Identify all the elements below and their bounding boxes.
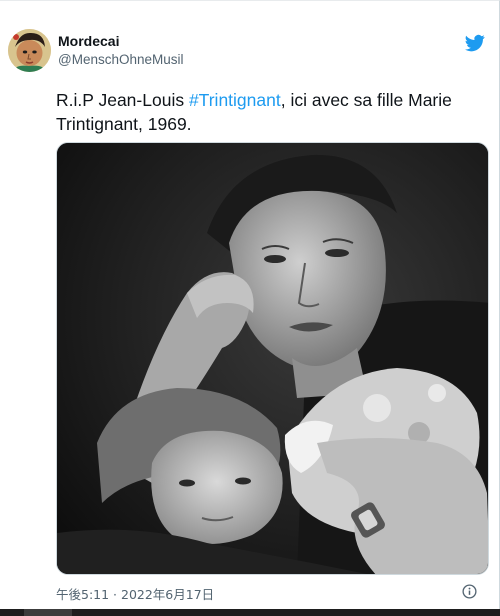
avatar[interactable] [8, 29, 51, 72]
user-info: Mordecai @MenschOhneMusil [58, 33, 184, 69]
tweet-timestamp[interactable]: 午後5:11 · 2022年6月17日 [56, 584, 214, 603]
taskbar [0, 609, 500, 616]
hashtag-link[interactable]: #Trintignant [189, 90, 281, 110]
taskbar-item[interactable] [24, 609, 72, 616]
twitter-bird-icon[interactable] [464, 33, 486, 53]
tweet-card: Mordecai @MenschOhneMusil R.i.P Jean-Lou… [0, 0, 500, 609]
tweet-text: R.i.P Jean-Louis #Trintignant, ici avec … [56, 89, 496, 136]
timestamp-link[interactable]: 午後5:11 · 2022年6月17日 [56, 587, 214, 602]
tweet-text-prefix: R.i.P Jean-Louis [56, 90, 189, 110]
tweet-header: Mordecai @MenschOhneMusil [8, 29, 492, 75]
info-icon[interactable] [462, 584, 477, 599]
tweet-photo[interactable] [56, 142, 489, 575]
display-name[interactable]: Mordecai [58, 33, 184, 50]
user-handle[interactable]: @MenschOhneMusil [58, 50, 184, 69]
